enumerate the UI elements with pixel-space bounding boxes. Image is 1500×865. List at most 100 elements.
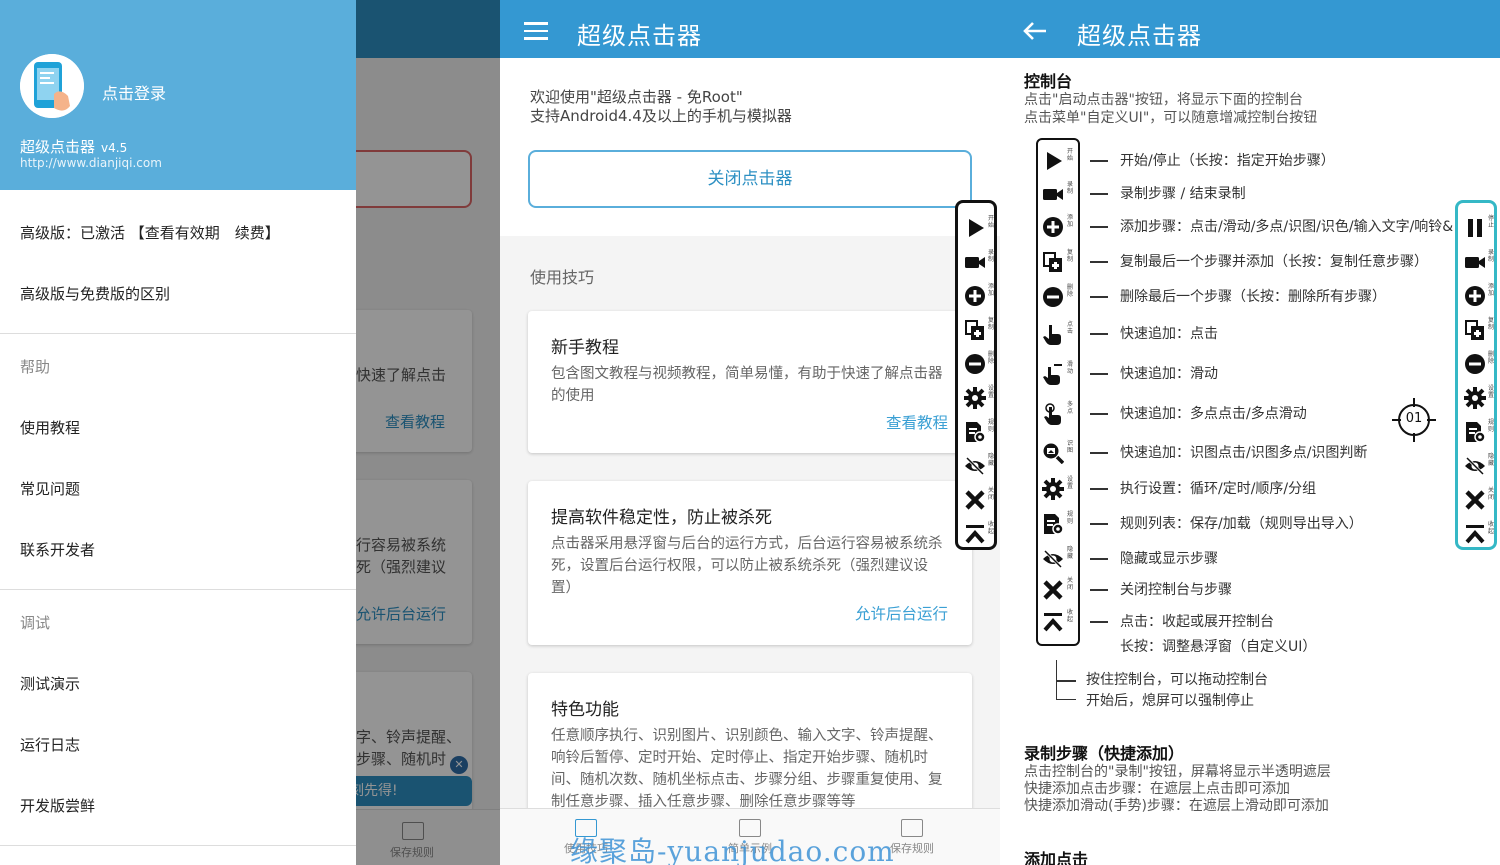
float-button-add[interactable]: 添加 <box>1458 279 1494 313</box>
avatar[interactable] <box>20 54 84 118</box>
console-control-label: 点击 <box>1067 321 1074 335</box>
float-button-label: 删除 <box>1488 351 1495 365</box>
float-button-gear[interactable]: 设置 <box>1458 381 1494 415</box>
console-control-label: 关闭 <box>1067 577 1074 591</box>
welcome-section: 欢迎使用"超级点击器 - 免Root" 支持Android4.4及以上的手机与模… <box>500 58 1000 236</box>
back-arrow-icon[interactable] <box>1022 20 1048 42</box>
float-button-rules[interactable]: 规则 <box>1458 415 1494 449</box>
drawer-item-premium-status[interactable]: 高级版：已激活 【查看有效期 续费】 <box>20 222 280 243</box>
gear-icon <box>1042 478 1064 500</box>
tip-card-title: 新手教程 <box>551 338 619 358</box>
control-desc: 执行设置：循环/定时/顺序/分组 <box>1090 478 1316 498</box>
drawer-item-dev-preview[interactable]: 开发版尝鲜 <box>20 795 95 816</box>
app-url[interactable]: http://www.dianjiqi.com <box>20 156 162 170</box>
login-link[interactable]: 点击登录 <box>102 80 166 104</box>
floating-control-bar-active[interactable]: 停止录制添加复制删除设置 规则 隐藏关闭收起 <box>1455 200 1497 550</box>
drawer-item-tutorial[interactable]: 使用教程 <box>20 417 80 438</box>
console-control-label: 复制 <box>1067 249 1074 263</box>
view-tutorial-link[interactable]: 查看教程 <box>886 411 948 433</box>
menu-icon[interactable] <box>524 22 548 40</box>
float-button-remove[interactable]: 删除 <box>958 347 994 381</box>
navigation-drawer: 点击登录 超级点击器 v4.5 http://www.dianjiqi.com 高… <box>0 0 356 865</box>
console-control-eye-off: 隐藏 <box>1040 544 1078 574</box>
float-button-label: 设置 <box>988 385 995 399</box>
close-clicker-button[interactable]: 关闭点击器 <box>528 150 972 208</box>
float-button-record[interactable]: 录制 <box>1458 245 1494 279</box>
float-button-play[interactable]: 开始 <box>958 211 994 245</box>
float-button-remove[interactable]: 删除 <box>1458 347 1494 381</box>
float-button-label: 录制 <box>1488 249 1495 263</box>
allow-background-link[interactable]: 允许后台运行 <box>855 602 948 624</box>
drawer-scrim[interactable] <box>356 0 500 865</box>
control-desc-text: 关闭控制台与步骤 <box>1120 582 1232 598</box>
float-button-label: 录制 <box>988 249 995 263</box>
drawer-item-compare[interactable]: 高级版与免费版的区别 <box>20 283 170 304</box>
app-name: 超级点击器 v4.5 <box>20 136 127 157</box>
leader-line <box>1090 261 1108 263</box>
page-title: 超级点击器 <box>1077 22 1202 50</box>
section-text: 快捷添加滑动(手势)步骤：在遮层上滑动即可添加 <box>1024 798 1329 814</box>
watermark: 缘聚岛-yuanjudao.com <box>570 835 895 865</box>
add-icon <box>1043 217 1063 237</box>
console-control-rules: 规则 <box>1040 509 1078 539</box>
drawer-item-faq[interactable]: 常见问题 <box>20 478 80 499</box>
note-text: 开始后，熄屏可以强制停止 <box>1086 693 1254 709</box>
float-button-eye-off[interactable]: 隐藏 <box>1458 449 1494 483</box>
control-desc: 复制最后一个步骤并添加（长按：复制任意步骤） <box>1090 251 1428 271</box>
play-icon <box>1047 152 1062 170</box>
console-control-play: 开始 <box>1040 146 1078 176</box>
console-control-image-search: 识图 <box>1040 438 1078 468</box>
record-icon <box>965 257 985 268</box>
gear-icon <box>1464 387 1486 409</box>
float-button-eye-off[interactable]: 隐藏 <box>958 449 994 483</box>
eye-off-icon <box>965 456 985 476</box>
console-control-label: 设置 <box>1067 476 1074 490</box>
pause-icon <box>1468 219 1482 237</box>
console-control-label: 开始 <box>1067 148 1074 162</box>
float-button-close[interactable]: 关闭 <box>1458 483 1494 517</box>
float-button-record[interactable]: 录制 <box>958 245 994 279</box>
float-button-label: 关闭 <box>988 487 995 501</box>
image-search-icon <box>1043 443 1064 464</box>
target-number: 01 <box>1405 411 1423 426</box>
float-button-label: 复制 <box>1488 317 1495 331</box>
drawer-item-demo[interactable]: 测试演示 <box>20 673 80 694</box>
click-target-marker[interactable]: 01 <box>1392 398 1436 442</box>
collapse-icon <box>1043 613 1063 632</box>
eye-off-icon <box>1465 456 1485 476</box>
drawer-item-contact[interactable]: 联系开发者 <box>20 539 95 560</box>
float-button-collapse[interactable]: 收起 <box>958 517 994 551</box>
float-button-rules[interactable]: 规则 <box>958 415 994 449</box>
float-button-label: 关闭 <box>1488 487 1495 501</box>
control-desc-text: 规则列表：保存/加载（规则导出导入） <box>1120 516 1363 532</box>
section-help: 帮助 <box>20 358 51 376</box>
control-desc-text: 删除最后一个步骤（长按：删除所有步骤） <box>1120 289 1386 305</box>
float-button-add[interactable]: 添加 <box>958 279 994 313</box>
float-button-label: 开始 <box>988 215 995 229</box>
tap-icon <box>1043 325 1061 345</box>
leader-line <box>1090 523 1108 525</box>
copy-icon <box>965 320 984 340</box>
float-button-collapse[interactable]: 收起 <box>1458 517 1494 551</box>
float-button-pause[interactable]: 停止 <box>1458 211 1494 245</box>
console-control-close: 关闭 <box>1040 575 1078 605</box>
swipe-icon <box>1043 364 1062 385</box>
control-desc: 录制步骤 / 结束录制 <box>1090 183 1246 203</box>
add-icon <box>965 286 985 306</box>
control-desc-text: 快速追加：识图点击/识图多点/识图判断 <box>1120 445 1368 461</box>
control-desc: 快速追加：识图点击/识图多点/识图判断 <box>1090 442 1367 462</box>
float-button-gear[interactable]: 设置 <box>958 381 994 415</box>
control-desc: 快速追加：滑动 <box>1090 363 1218 383</box>
float-button-copy[interactable]: 复制 <box>1458 313 1494 347</box>
drawer-screen: 快速了解点击 查看教程 行容易被系统 死（强烈建议 允许后台运行 字、铃声提醒、… <box>0 0 500 865</box>
rules-icon <box>1466 422 1486 443</box>
tip-card-desc: 任意顺序执行、识别图片、识别颜色、输入文字、铃声提醒、响铃后暂停、定时开始、定时… <box>551 728 943 810</box>
divider <box>0 589 356 590</box>
leader-line <box>1090 160 1108 162</box>
remove-icon <box>1465 354 1485 374</box>
floating-control-bar[interactable]: 开始录制添加 复制 删除设置规则 隐藏关闭收起 <box>955 200 997 550</box>
leader-line <box>1090 621 1108 623</box>
float-button-close[interactable]: 关闭 <box>958 483 994 517</box>
drawer-item-log[interactable]: 运行日志 <box>20 734 80 755</box>
float-button-copy[interactable]: 复制 <box>958 313 994 347</box>
